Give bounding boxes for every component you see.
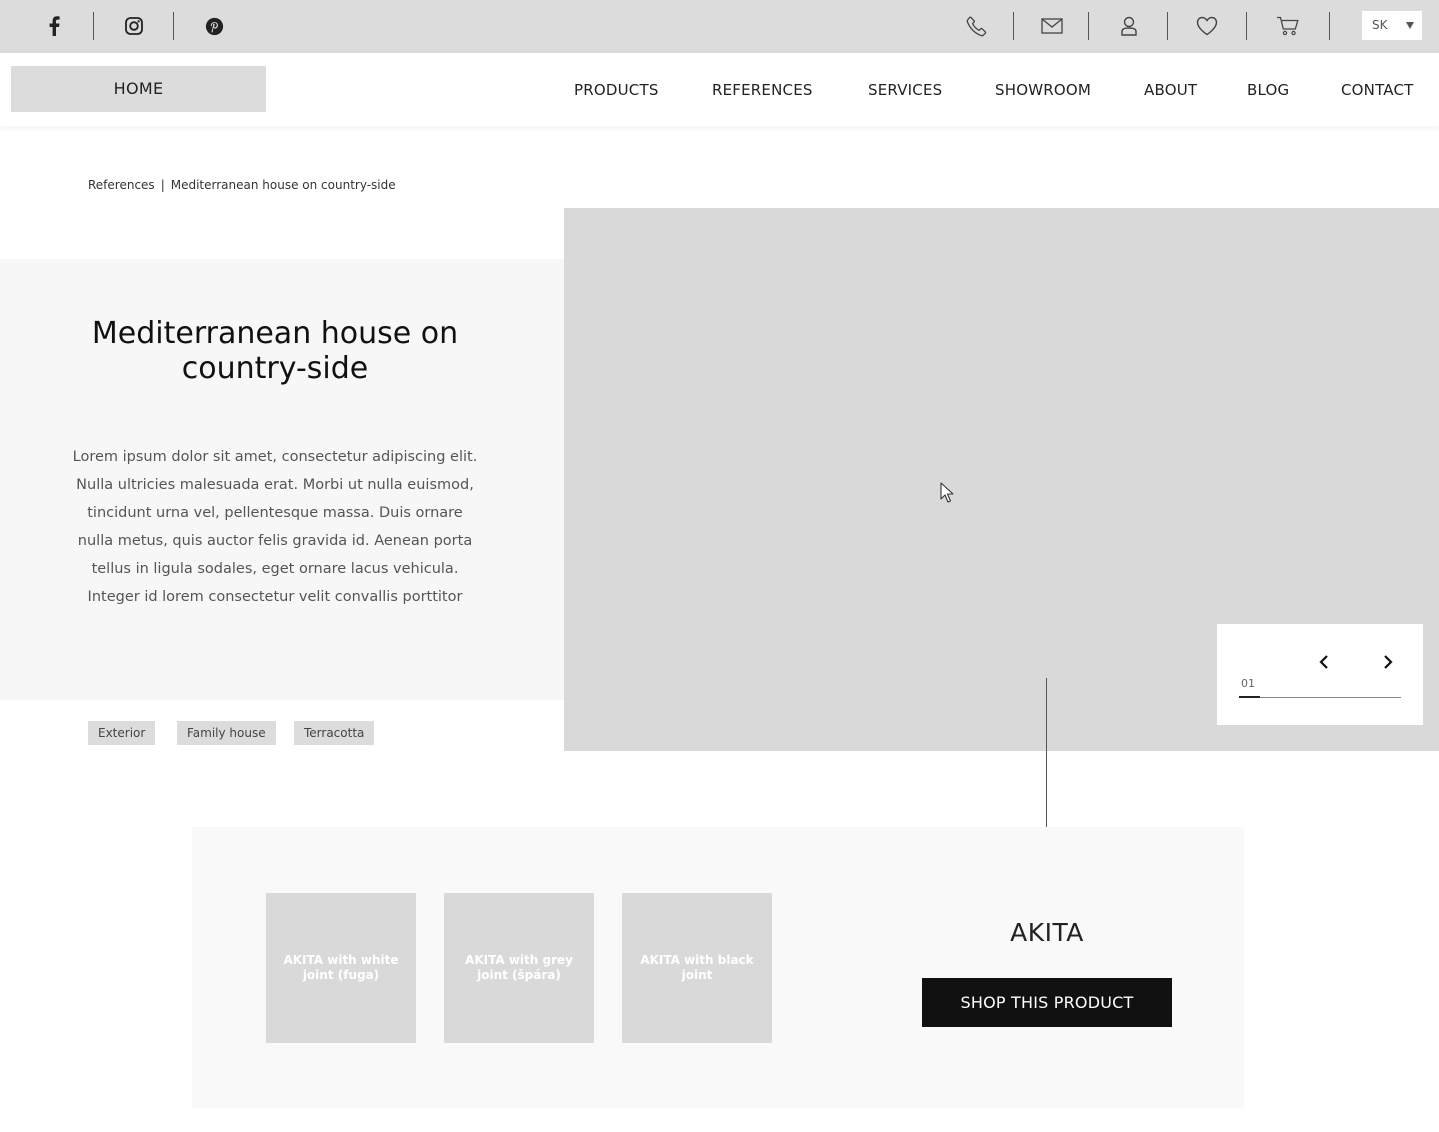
chevron-left-icon[interactable]: [1314, 652, 1334, 672]
phone-icon[interactable]: [964, 13, 990, 39]
variant-label: AKITA with grey joint (špára): [465, 953, 573, 982]
tag-exterior[interactable]: Exterior: [88, 721, 156, 745]
chevron-down-icon: [1406, 22, 1414, 29]
user-icon[interactable]: [1116, 13, 1142, 39]
mail-icon[interactable]: [1039, 13, 1065, 39]
cart-icon[interactable]: [1275, 13, 1301, 39]
topbar-divider: [1167, 12, 1168, 40]
social-divider: [93, 12, 94, 40]
topbar-divider: [1246, 12, 1247, 40]
top-bar: SK: [0, 0, 1439, 53]
product-variant-grey-joint[interactable]: AKITA with grey joint (špára): [444, 893, 594, 1043]
breadcrumb-references-link[interactable]: References: [88, 178, 155, 192]
topbar-divider: [1088, 12, 1089, 40]
page-title: Mediterranean house on country-side: [91, 316, 459, 386]
product-variant-white-joint[interactable]: AKITA with white joint (fuga): [266, 893, 416, 1043]
tag-family-house[interactable]: Family house: [177, 721, 276, 745]
breadcrumb-separator: |: [160, 178, 165, 192]
nav-item-contact[interactable]: CONTACT: [1341, 81, 1414, 99]
language-value: SK: [1372, 18, 1388, 32]
home-button[interactable]: HOME: [11, 66, 266, 112]
nav-item-showroom[interactable]: SHOWROOM: [995, 81, 1091, 99]
heart-icon[interactable]: [1194, 13, 1220, 39]
slide-progress-track: [1239, 696, 1401, 698]
social-divider: [173, 12, 174, 40]
nav-item-services[interactable]: SERVICES: [868, 81, 942, 99]
reference-description: Lorem ipsum dolor sit amet, consectetur …: [72, 449, 478, 605]
variant-label: AKITA with black joint: [640, 953, 754, 982]
gallery-controls: 01: [1217, 624, 1423, 725]
main-navigation: HOME PRODUCTS REFERENCES SERVICES SHOWRO…: [0, 53, 1439, 126]
slide-progress-fill: [1239, 696, 1261, 698]
nav-item-references[interactable]: REFERENCES: [712, 81, 813, 99]
pinterest-icon[interactable]: [201, 13, 227, 39]
nav-item-about[interactable]: ABOUT: [1144, 81, 1197, 99]
variant-label: AKITA with white joint (fuga): [283, 953, 399, 982]
language-select[interactable]: SK: [1362, 11, 1422, 40]
breadcrumb: References | Mediterranean house on countr…: [88, 178, 396, 192]
nav-item-products[interactable]: PRODUCTS: [574, 81, 659, 99]
instagram-icon[interactable]: [121, 13, 147, 39]
breadcrumb-current: Mediterranean house on country-side: [170, 178, 396, 192]
topbar-divider: [1329, 12, 1330, 40]
slide-counter: 01: [1241, 677, 1255, 690]
product-name: AKITA: [1010, 918, 1084, 947]
nav-item-blog[interactable]: BLOG: [1247, 81, 1289, 99]
shop-product-button[interactable]: SHOP THIS PRODUCT: [922, 978, 1172, 1027]
facebook-icon[interactable]: [41, 13, 67, 39]
topbar-divider: [1013, 12, 1014, 40]
mouse-cursor-icon: [940, 482, 954, 508]
product-variant-black-joint[interactable]: AKITA with black joint: [622, 893, 772, 1043]
chevron-right-icon[interactable]: [1378, 652, 1398, 672]
tag-terracotta[interactable]: Terracotta: [294, 721, 375, 745]
